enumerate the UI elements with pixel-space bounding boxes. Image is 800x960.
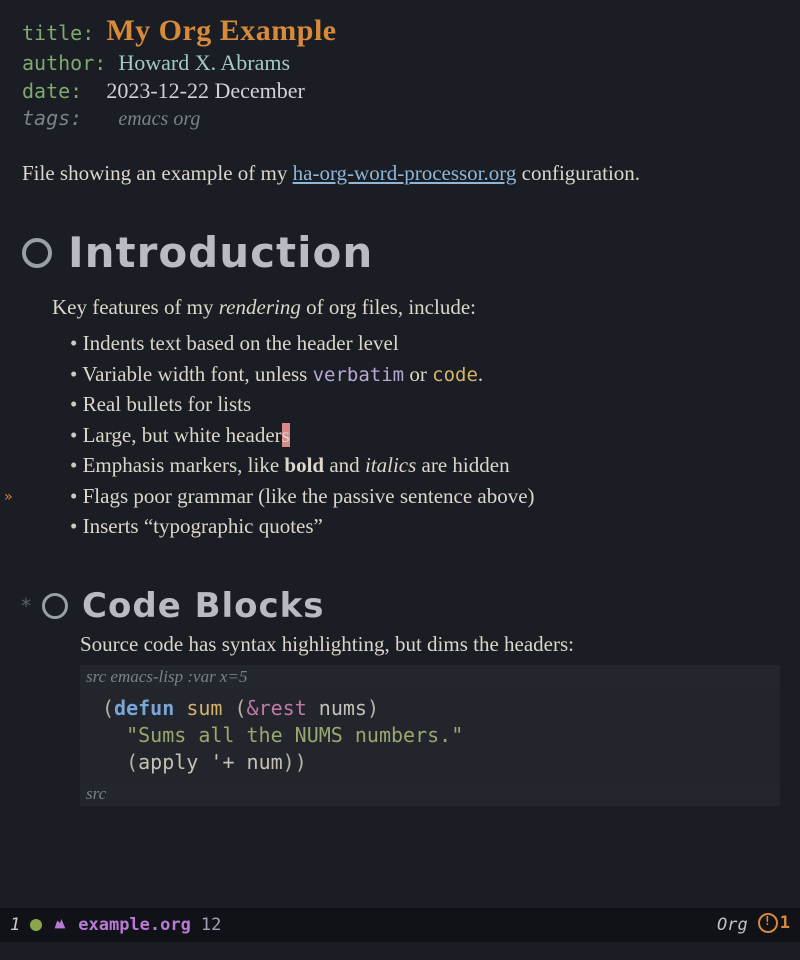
meta-author-key: author [22,51,94,75]
code-text: code [432,364,478,386]
features-lead-b: of org files, include: [301,295,476,319]
warning-icon: !1 [758,918,790,938]
list-item: Inserts “typographic quotes” [70,511,780,541]
bullet-text: Variable width font, unless [82,362,312,386]
meta-date-key: date [22,79,70,103]
code-line: (defun sum (&rest nums) [102,695,770,722]
document-title: My Org Example [106,14,336,47]
config-link[interactable]: ha-org-word-processor.org [293,161,517,185]
heading-1-row: Introduction [22,228,780,277]
modeline-window-number: 1 [10,915,20,935]
tok-string: "Sums all the NUMS numbers." [126,723,463,747]
modeline-project-icon [52,915,68,936]
left-gutter: » [0,0,18,960]
meta-date-line: date: 2023-12-22 December [22,78,780,104]
bullet-text: or [404,362,432,386]
list-item: Indents text based on the header level [70,328,780,358]
tok-fname: sum [186,696,222,720]
verbatim-text: verbatim [313,364,405,386]
meta-tags-line: tags: emacs org [22,106,780,131]
bullet-text: Inserts “typographic quotes” [83,514,323,538]
bullet-text: . [478,362,483,386]
modeline[interactable]: 1 example.org 12 Org !11 [0,908,800,942]
document-date: 2023-12-22 December [106,78,305,103]
modeline-modified-icon [30,919,42,931]
tok-quote: ' [210,750,222,774]
features-lead-a: Key features of my [52,295,219,319]
bullet-text: Flags poor grammar (like the passive sen… [83,484,535,508]
tok-var: num [247,750,283,774]
editor-frame: » title: My Org Example author: Howard X… [0,0,800,960]
document-author: Howard X. Abrams [118,50,290,75]
section-introduction: Key features of my rendering of org file… [52,295,780,541]
bullet-text: Indents text based on the header level [83,331,399,355]
meta-title-key: title [22,21,82,45]
list-item: Emphasis markers, like bold and italics … [70,450,780,480]
meta-title-line: title: My Org Example [22,14,780,48]
modeline-right: Org !11 [717,913,790,938]
src-keyword: src [86,667,110,686]
src-lead-text: Source code has syntax highlighting, but… [80,632,780,657]
heading-2-row: * Code Blocks [20,586,780,626]
tok-var: apply [138,750,198,774]
intro-paragraph: File showing an example of my ha-org-wor… [22,159,780,188]
tok-amp: &rest [247,696,307,720]
italic-text: italics [365,453,416,477]
fringe-indicator-icon: » [4,489,12,505]
features-lead-em: rendering [219,295,301,319]
bullet-text: and [324,453,365,477]
modeline-line-number: 12 [201,915,221,935]
tok-op: + [222,750,234,774]
list-item: Large, but white headers [70,420,780,450]
tok-var: nums [319,696,367,720]
list-item: Variable width font, unless verbatim or … [70,359,780,390]
bullet-text: Real bullets for lists [83,392,252,416]
intro-text-after: configuration. [516,161,640,185]
heading-1-text: Introduction [68,228,373,277]
heading-2-text: Code Blocks [82,586,324,626]
list-item: Real bullets for lists [70,389,780,419]
bold-text: bold [284,453,324,477]
intro-text-before: File showing an example of my [22,161,293,185]
section-code-blocks: Source code has syntax highlighting, but… [80,632,780,806]
document-tags: emacs org [118,108,200,130]
src-block-footer: src [80,782,780,806]
meta-tags-key: tags: [22,106,82,130]
code-line: "Sums all the NUMS numbers." [102,722,770,749]
code-line: (apply '+ num)) [102,749,770,776]
bullet-text: Large, but white header [83,423,282,447]
text-cursor: s [282,423,290,447]
src-block-body[interactable]: (defun sum (&rest nums) "Sums all the NU… [80,689,780,782]
tok-keyword: defun [114,696,174,720]
features-list: Indents text based on the header level V… [70,328,780,541]
src-lang-args: emacs-lisp :var x=5 [110,667,247,686]
bullet-text: Emphasis markers, like [83,453,285,477]
features-lead: Key features of my rendering of org file… [52,295,780,320]
minibuffer[interactable] [0,942,800,960]
src-block-header: src emacs-lisp :var x=5 [80,665,780,689]
heading-star-icon: * [20,594,32,618]
bullet-text: are hidden [416,453,509,477]
heading-bullet-icon [42,593,68,619]
modeline-major-mode[interactable]: Org [717,915,748,935]
meta-author-line: author: Howard X. Abrams [22,50,780,76]
heading-bullet-icon [22,238,52,268]
buffer-content[interactable]: title: My Org Example author: Howard X. … [0,0,800,806]
list-item: Flags poor grammar (like the passive sen… [70,481,780,511]
modeline-flycheck[interactable]: !11 [758,913,790,938]
modeline-filename[interactable]: example.org [78,915,191,935]
